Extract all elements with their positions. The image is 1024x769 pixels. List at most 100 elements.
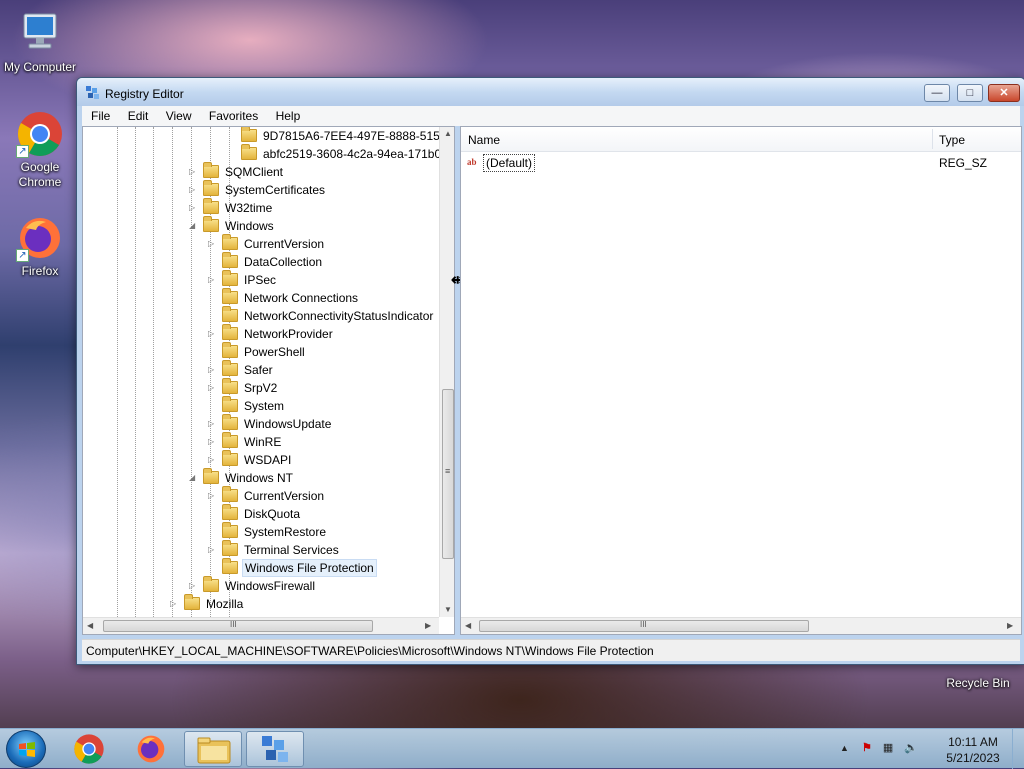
expand-toggle-icon[interactable]: ▷ [208, 271, 218, 289]
expand-toggle-icon[interactable]: ◢ [189, 217, 199, 235]
tree-node[interactable]: Windows File Protection [222, 558, 377, 577]
clock-time: 10:11 AM [948, 735, 998, 749]
scroll-thumb[interactable]: III [479, 620, 809, 632]
scroll-right-arrow-icon[interactable]: ▶ [425, 621, 431, 630]
tree-node[interactable]: ▷ SystemCertificates [189, 180, 327, 199]
chrome-icon [74, 734, 104, 764]
tree-node[interactable]: ▷ WindowsFirewall [189, 576, 317, 595]
tree-node[interactable]: ▷ WinRE [208, 432, 283, 451]
scroll-right-arrow-icon[interactable]: ▶ [1007, 621, 1013, 630]
start-button[interactable] [6, 730, 46, 768]
tree-node[interactable]: System [222, 396, 286, 415]
tree-node[interactable]: DataCollection [222, 252, 324, 271]
tree-node-label: WindowsUpdate [244, 417, 332, 431]
tree-node-label: CurrentVersion [244, 489, 325, 503]
expand-toggle-icon[interactable]: ▷ [208, 325, 218, 343]
expand-toggle-icon[interactable]: ◢ [189, 469, 199, 487]
windows-logo-icon [19, 742, 35, 757]
taskbar-firefox-button[interactable] [122, 731, 180, 767]
menu-file[interactable]: File [82, 106, 116, 123]
folder-icon [222, 504, 238, 520]
tree-node-label: Windows [225, 219, 274, 233]
tree-node-label: SQMClient [225, 165, 284, 179]
taskbar-chrome-button[interactable] [60, 731, 118, 767]
volume-icon[interactable]: 🔈 [904, 742, 918, 754]
desktop-icon-google-chrome[interactable]: ↗ Google Chrome [0, 110, 80, 190]
action-center-icon[interactable]: ⚑ [862, 742, 872, 754]
menu-help[interactable]: Help [268, 106, 307, 123]
tree-node[interactable]: ▷ SrpV2 [208, 378, 279, 397]
tree-node[interactable]: ▷ Mozilla [170, 594, 245, 613]
registry-editor-icon [86, 86, 99, 99]
tree-horizontal-scrollbar[interactable]: ◀ III ▶ [83, 617, 439, 634]
scroll-left-arrow-icon[interactable]: ◀ [87, 621, 93, 630]
tree-node[interactable]: ◢ Windows NT [189, 468, 295, 487]
value-name: (Default) [483, 154, 536, 172]
tree-node[interactable]: SystemRestore [222, 522, 328, 541]
tree-node[interactable]: ◢ Windows [189, 216, 276, 235]
minimize-button[interactable]: — [924, 84, 950, 102]
tree-node[interactable]: ▷ CurrentVersion [208, 486, 326, 505]
folder-icon [222, 270, 238, 286]
tree-node-label: NetworkProvider [244, 327, 333, 341]
tree-node[interactable]: ▷ IPSec [208, 270, 278, 289]
expand-toggle-icon[interactable]: ▷ [189, 163, 199, 181]
expand-toggle-icon[interactable]: ▷ [208, 541, 218, 559]
expand-toggle-icon[interactable]: ▷ [208, 415, 218, 433]
expand-toggle-icon[interactable]: ▷ [208, 451, 218, 469]
expand-toggle-icon[interactable]: ▷ [208, 433, 218, 451]
column-name-header[interactable]: Name [468, 133, 500, 147]
scroll-up-arrow-icon[interactable]: ▲ [444, 129, 452, 138]
title-bar[interactable]: Registry Editor — □ ✕ [77, 78, 1024, 106]
tree-node[interactable]: ▷ WindowsUpdate [208, 414, 333, 433]
tree-node[interactable]: ▷ NetworkProvider [208, 324, 335, 343]
maximize-button[interactable]: □ [957, 84, 983, 102]
tree-node[interactable]: 9D7815A6-7EE4-497E-8888-515A0 [241, 127, 454, 145]
expand-toggle-icon[interactable]: ▷ [189, 181, 199, 199]
values-pane[interactable]: Name Type ab (Default) REG_SZ ◀ III ▶ [460, 126, 1022, 635]
show-hidden-icons-icon[interactable]: ▲ [840, 743, 849, 753]
expand-toggle-icon[interactable]: ▷ [208, 361, 218, 379]
close-button[interactable]: ✕ [988, 84, 1020, 102]
tree-node[interactable]: ▷ Safer [208, 360, 275, 379]
menu-edit[interactable]: Edit [120, 106, 155, 123]
desktop-icon-recycle-bin[interactable]: Recycle Bin [938, 666, 1018, 691]
scroll-left-arrow-icon[interactable]: ◀ [465, 621, 471, 630]
values-horizontal-scrollbar[interactable]: ◀ III ▶ [461, 617, 1021, 634]
folder-icon [222, 342, 238, 358]
clock[interactable]: 10:11 AM 5/21/2023 [938, 734, 1008, 766]
expand-toggle-icon[interactable]: ▷ [208, 487, 218, 505]
menu-view[interactable]: View [158, 106, 198, 123]
tree-node[interactable]: ▷ SQMClient [189, 162, 285, 181]
scroll-thumb[interactable]: III [103, 620, 373, 632]
key-tree-pane[interactable]: 9D7815A6-7EE4-497E-8888-515A0 abfc2519-36… [82, 126, 455, 635]
desktop-icon-label: Google Chrome [18, 160, 62, 189]
tree-node[interactable]: Network Connections [222, 288, 360, 307]
menu-favorites[interactable]: Favorites [201, 106, 264, 123]
tree-node[interactable]: DiskQuota [222, 504, 302, 523]
scroll-down-arrow-icon[interactable]: ▼ [444, 605, 452, 614]
expand-toggle-icon[interactable]: ▷ [189, 199, 199, 217]
tree-node[interactable]: abfc2519-3608-4c2a-94ea-171b0e [241, 144, 450, 163]
show-desktop-button[interactable] [1012, 729, 1024, 769]
expand-toggle-icon[interactable]: ▷ [189, 577, 199, 595]
tree-node[interactable]: ▷ WSDAPI [208, 450, 293, 469]
network-icon[interactable]: ▦ [883, 742, 893, 754]
tree-node[interactable]: ▷ CurrentVersion [208, 234, 326, 253]
tree-node[interactable]: PowerShell [222, 342, 307, 361]
tree-node[interactable]: NetworkConnectivityStatusIndicator [222, 306, 435, 325]
desktop-icon-my-computer[interactable]: My Computer [0, 10, 80, 75]
desktop-icon-firefox[interactable]: ↗ Firefox [0, 214, 80, 279]
tree-vertical-scrollbar[interactable]: ▲ ≡ ▼ [439, 127, 454, 617]
expand-toggle-icon[interactable]: ▷ [208, 379, 218, 397]
taskbar-regedit-button[interactable] [246, 731, 304, 767]
value-row[interactable]: ab (Default) REG_SZ [461, 153, 1021, 172]
tree-node[interactable]: ▷ Terminal Services [208, 540, 341, 559]
expand-toggle-icon[interactable]: ▷ [208, 235, 218, 253]
taskbar-explorer-button[interactable] [184, 731, 242, 767]
column-type-header[interactable]: Type [939, 133, 965, 147]
expand-toggle-icon[interactable]: ▷ [170, 595, 180, 613]
scroll-thumb[interactable]: ≡ [442, 389, 454, 559]
folder-icon [197, 737, 231, 764]
tree-node[interactable]: ▷ W32time [189, 198, 274, 217]
